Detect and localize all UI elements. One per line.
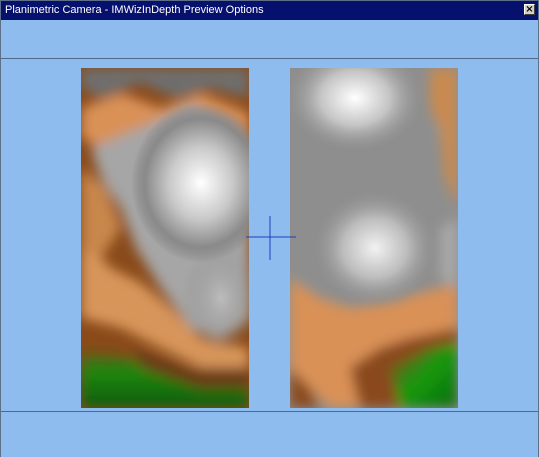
close-icon: × (525, 4, 534, 15)
right-terrain-preview[interactable] (290, 68, 458, 408)
crosshair-icon (246, 216, 296, 260)
left-terrain-preview[interactable] (81, 68, 249, 408)
close-button[interactable]: × (524, 4, 535, 15)
status-area (1, 411, 538, 457)
window-title: Planimetric Camera - IMWizInDepth Previe… (5, 4, 264, 16)
preview-options-window: Planimetric Camera - IMWizInDepth Previe… (0, 0, 539, 457)
preview-area[interactable] (1, 59, 538, 411)
title-bar[interactable]: Planimetric Camera - IMWizInDepth Previe… (1, 1, 538, 20)
toolbar-area (1, 20, 538, 59)
